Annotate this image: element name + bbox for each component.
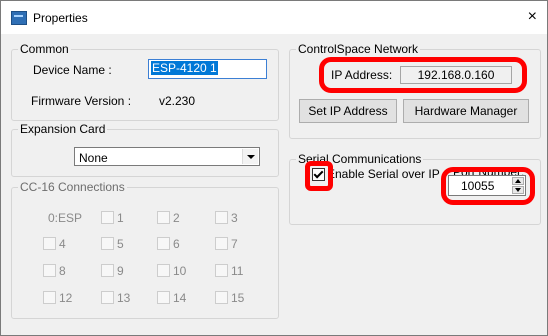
app-icon (11, 11, 27, 25)
cc16-checkbox-10[interactable] (157, 264, 170, 277)
serial-title: Serial Communications (296, 152, 424, 166)
ip-address-value: 192.168.0.160 (400, 66, 512, 84)
expansion-card-title: Expansion Card (18, 122, 108, 136)
cc16-label-13: 13 (117, 291, 131, 305)
spin-down-icon[interactable] (512, 186, 524, 194)
common-group-title: Common (18, 42, 71, 56)
firmware-label: Firmware Version : (31, 94, 132, 108)
ip-address-label: IP Address: (331, 68, 393, 82)
cc16-label-7: 7 (231, 237, 238, 251)
network-title: ControlSpace Network (296, 42, 421, 56)
device-name-field[interactable]: ESP-4120 1 (148, 59, 267, 79)
cc16-checkbox-9[interactable] (101, 264, 114, 277)
title-bar: Properties × (1, 1, 547, 34)
device-name-value: ESP-4120 1 (151, 61, 218, 75)
cc16-label-5: 5 (117, 237, 124, 251)
cc16-checkbox-4[interactable] (43, 237, 56, 250)
chevron-down-icon[interactable] (242, 149, 258, 164)
cc16-checkbox-14[interactable] (157, 291, 170, 304)
cc16-checkbox-12[interactable] (43, 291, 56, 304)
cc16-label-8: 8 (59, 264, 66, 278)
enable-serial-checkbox[interactable] (312, 168, 325, 181)
cc16-label-2: 2 (173, 211, 180, 225)
hardware-manager-button[interactable]: Hardware Manager (403, 99, 529, 123)
cc16-title: CC-16 Connections (18, 180, 127, 194)
cc16-label-6: 6 (173, 237, 180, 251)
cc16-label-4: 4 (59, 237, 66, 251)
cc16-checkbox-2[interactable] (157, 211, 170, 224)
cc16-label-15: 15 (231, 291, 245, 305)
set-ip-address-button[interactable]: Set IP Address (299, 99, 397, 123)
cc16-checkbox-7[interactable] (215, 237, 228, 250)
cc16-checkbox-8[interactable] (43, 264, 56, 277)
cc16-checkbox-1[interactable] (101, 211, 114, 224)
cc16-label-11: 11 (231, 264, 244, 278)
cc16-label-9: 9 (117, 264, 124, 278)
cc16-label-3: 3 (231, 211, 238, 225)
port-number-stepper[interactable]: 10055 (448, 175, 526, 196)
cc16-checkbox-6[interactable] (157, 237, 170, 250)
cc16-label-10: 10 (173, 264, 187, 278)
port-number-value: 10055 (461, 179, 495, 193)
cc16-checkbox-11[interactable] (215, 264, 228, 277)
cc16-label-1: 1 (117, 211, 124, 225)
spin-up-icon[interactable] (512, 177, 524, 185)
cc16-checkbox-13[interactable] (101, 291, 114, 304)
enable-serial-label: Enable Serial over IP (327, 167, 440, 181)
firmware-value: v2.230 (159, 94, 196, 108)
close-icon[interactable]: × (528, 7, 537, 27)
network-group: ControlSpace Network (289, 42, 541, 139)
cc16-checkbox-3[interactable] (215, 211, 228, 224)
cc16-esp-label: 0:ESP (48, 211, 83, 225)
cc16-label-12: 12 (59, 291, 73, 305)
cc16-checkbox-15[interactable] (215, 291, 228, 304)
cc16-checkbox-5[interactable] (101, 237, 114, 250)
expansion-card-select[interactable]: None (74, 147, 260, 166)
device-name-label: Device Name : (33, 63, 112, 77)
window-title: Properties (33, 11, 88, 25)
properties-dialog: Properties × Common Device Name : ESP-41… (0, 0, 548, 336)
expansion-card-value: None (79, 151, 108, 165)
cc16-label-14: 14 (173, 291, 187, 305)
